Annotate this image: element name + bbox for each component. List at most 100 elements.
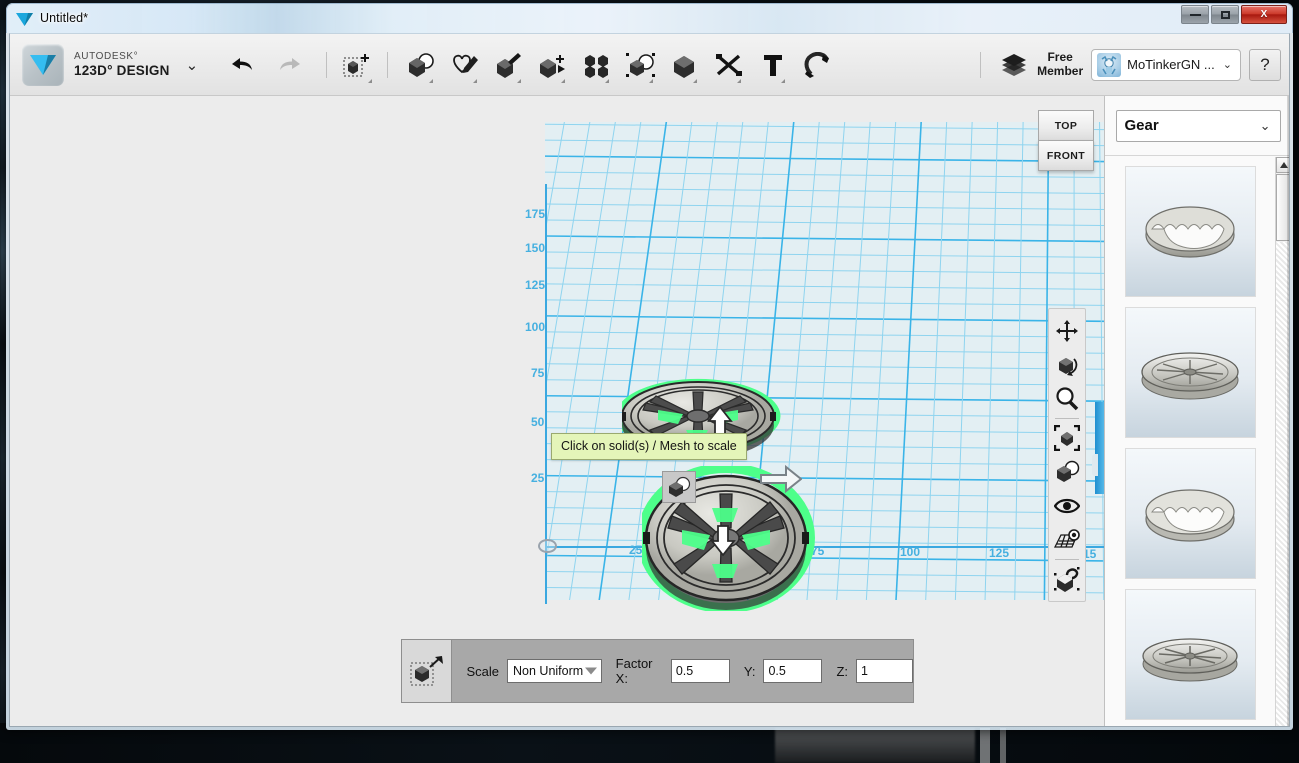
y-tick-100: 100 [525, 320, 546, 334]
redo-button[interactable] [274, 45, 308, 85]
scale-mode-select[interactable]: Non Uniform [507, 659, 602, 683]
gear-ring-thumbnail-1[interactable] [1124, 166, 1256, 297]
cursor-arrow-down-icon [282, 520, 308, 550]
minimize-button[interactable] [1181, 5, 1209, 24]
primitives-dropdown-marker [429, 78, 434, 83]
y-tick-125: 125 [525, 278, 546, 292]
username-label: MoTinkerGN ... [1127, 57, 1215, 72]
brand-line-123d: 123D° DESIGN [74, 62, 170, 78]
orbit-tool-button[interactable] [1051, 348, 1083, 382]
fit-tool-button[interactable] [1051, 421, 1083, 455]
factor-x-label: Factor X: [615, 656, 653, 686]
measure-dropdown-marker [737, 78, 742, 83]
factor-y-input[interactable] [763, 659, 823, 683]
scale-panel-controls: Scale Non Uniform Factor X: Y: Z: [452, 656, 913, 686]
factor-z-label: Z: [836, 663, 848, 679]
construct-tool-button[interactable] [492, 45, 526, 85]
3d-viewport[interactable]: 175 150 125 100 75 50 25 25 75 100 125 1… [10, 96, 1104, 726]
user-chevron-down-icon: ⌄ [1222, 59, 1232, 71]
backdrop-taskbar-strip [775, 728, 975, 763]
sketch-tool-button[interactable] [448, 45, 482, 85]
pan-tool-button[interactable] [1051, 314, 1083, 348]
brand-area: AUTODESK° 123D° DESIGN ⌄ [10, 43, 199, 86]
pattern-tool-button[interactable] [580, 45, 614, 85]
screen-root: Untitled* X AUTODESK° 123D° DESIGN ⌄ Fre… [0, 0, 1299, 763]
parts-library-panel: Gear ⌄ [1104, 96, 1289, 726]
x-tick-125: 125 [989, 546, 1010, 560]
snap-tool-button[interactable] [800, 45, 834, 85]
layers-icon [1002, 53, 1027, 76]
toolbar-tools [404, 45, 834, 85]
brand-line-autodesk: AUTODESK° [74, 51, 139, 63]
view-cube-front-face[interactable]: FRONT [1038, 140, 1094, 171]
factor-z-input[interactable] [856, 659, 913, 683]
panel-collapse-notch[interactable] [1092, 454, 1098, 476]
grid-lines [545, 122, 1104, 600]
autodesk-123d-logo-icon [22, 43, 64, 86]
membership-status[interactable]: Free Member [999, 50, 1084, 79]
grouping-tool-button[interactable] [624, 45, 658, 85]
x-tick-25: 25 [629, 543, 643, 557]
gear-ring-thumbnail-3[interactable] [1124, 448, 1256, 579]
brand-text: AUTODESK° 123D° DESIGN [74, 51, 170, 77]
grid-plane [545, 122, 1104, 600]
autodesk-logo-icon [16, 12, 33, 26]
scale-mode-value: Non Uniform [513, 664, 584, 678]
undo-button[interactable] [224, 45, 258, 85]
origin-marker [538, 539, 557, 553]
modify-tool-button[interactable] [536, 45, 570, 85]
close-button[interactable]: X [1241, 5, 1287, 24]
primitives-tool-button[interactable] [404, 45, 438, 85]
factor-x-input[interactable] [670, 659, 730, 683]
backdrop-strip-b [1000, 728, 1006, 763]
y-tick-75: 75 [531, 366, 545, 380]
scale-tool-icon [402, 640, 453, 702]
sketch-dropdown-marker [473, 78, 478, 83]
zoom-tool-button[interactable] [1051, 382, 1083, 416]
grid-tool-button[interactable] [1051, 523, 1083, 557]
category-select[interactable]: Gear ⌄ [1115, 109, 1281, 142]
help-button[interactable]: ? [1249, 48, 1281, 81]
transform-tool-button[interactable] [337, 45, 377, 85]
scale-cursor-badge [662, 471, 696, 503]
gear-spur-thumbnail-4[interactable] [1124, 589, 1256, 720]
toolbar-divider-1 [326, 51, 328, 78]
combine-tool-button[interactable] [668, 45, 702, 85]
panel-right-edge [1287, 96, 1289, 726]
y-tick-150: 150 [525, 241, 546, 255]
gear-spur-thumbnail-2[interactable] [1124, 307, 1256, 438]
construct-dropdown-marker [517, 78, 522, 83]
y-tick-175: 175 [525, 207, 546, 221]
material-tool-button[interactable] [1051, 562, 1083, 596]
window-title: Untitled* [40, 11, 89, 25]
scale-label: Scale [466, 663, 500, 679]
view-cube-top-face[interactable]: TOP [1038, 110, 1094, 141]
titlebar: Untitled* [6, 3, 1293, 33]
toolbar-right-area: Free Member MoTinkerGN ... ⌄ ? [970, 48, 1289, 81]
measure-tool-button[interactable] [712, 45, 746, 85]
scale-command-panel: Scale Non Uniform Factor X: Y: Z: [401, 639, 914, 703]
grouping-dropdown-marker [649, 78, 654, 83]
viewport-tooltip: Click on solid(s) / Mesh to scale [551, 433, 747, 460]
avatar [1097, 52, 1122, 77]
window-controls: X [1179, 5, 1287, 24]
member-line-2: Member [1037, 63, 1084, 78]
shading-tool-button[interactable] [1051, 455, 1083, 489]
y-tick-50: 50 [531, 415, 545, 429]
scale-mode-chevron-down-icon [584, 667, 597, 675]
app-menu-chevron-down-icon[interactable]: ⌄ [186, 56, 199, 74]
pattern-dropdown-marker [605, 78, 610, 83]
combine-dropdown-marker [693, 78, 698, 83]
text-dropdown-marker [781, 78, 786, 83]
visibility-tool-button[interactable] [1051, 489, 1083, 523]
panel-collapse-tab[interactable] [1095, 402, 1104, 494]
user-account-dropdown[interactable]: MoTinkerGN ... ⌄ [1091, 48, 1241, 81]
view-cube[interactable]: TOP FRONT [1038, 110, 1094, 172]
toolbar-divider-2 [387, 51, 389, 78]
tool-strip-divider-1 [1055, 418, 1079, 419]
maximize-button[interactable] [1211, 5, 1239, 24]
undo-redo-group [224, 45, 308, 85]
text-tool-button[interactable] [756, 45, 790, 85]
backdrop-strip-a [980, 728, 990, 763]
application-window: Untitled* X AUTODESK° 123D° DESIGN ⌄ Fre… [6, 3, 1293, 730]
